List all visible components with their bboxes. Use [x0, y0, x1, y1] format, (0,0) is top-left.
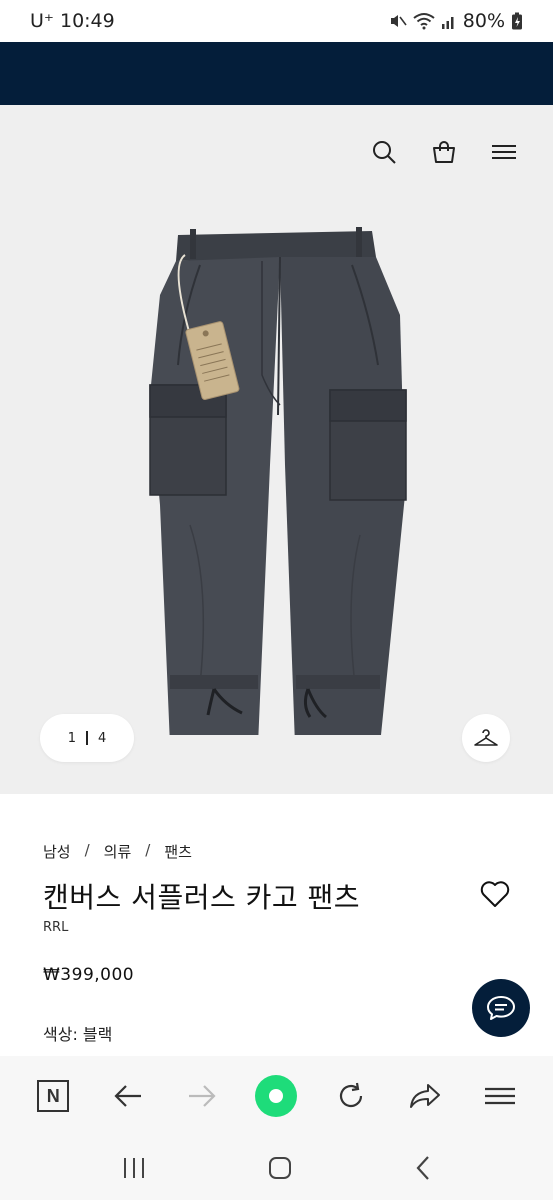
back-chevron-icon[interactable]	[414, 1155, 432, 1181]
back-button[interactable]	[106, 1074, 150, 1118]
product-image	[149, 227, 407, 735]
chat-bubble-icon	[487, 996, 515, 1020]
arrow-right-icon	[189, 1085, 216, 1107]
hanger-icon	[474, 729, 498, 746]
pager-current: 1	[67, 730, 76, 746]
breadcrumb-item-clothing[interactable]: 의류	[104, 841, 132, 862]
browser-menu-button[interactable]	[478, 1074, 522, 1118]
mute-icon	[390, 15, 407, 27]
reload-button[interactable]	[329, 1074, 373, 1118]
share-arrow-icon	[410, 1084, 441, 1108]
forward-button[interactable]	[180, 1074, 224, 1118]
search-icon[interactable]	[371, 139, 397, 165]
try-on-button[interactable]	[462, 714, 510, 762]
product-brand: RRL	[43, 920, 69, 935]
shopping-bag-icon[interactable]	[431, 139, 457, 165]
green-dot-icon	[255, 1075, 298, 1117]
carrier-time: U⁺ 10:49	[30, 10, 115, 32]
recent-apps-icon[interactable]	[121, 1156, 147, 1180]
refresh-icon	[339, 1082, 362, 1108]
color-label: 색상: 블랙	[43, 1025, 113, 1044]
browser-toolbar: N	[0, 1056, 553, 1136]
site-header	[0, 42, 553, 105]
battery-percent: 80%	[462, 10, 505, 32]
product-image-gallery[interactable]: 1 4	[0, 105, 553, 794]
image-pager: 1 4	[40, 714, 134, 762]
hamburger-menu-icon[interactable]	[491, 139, 517, 165]
home-icon[interactable]	[268, 1156, 292, 1180]
chat-button[interactable]	[472, 979, 530, 1037]
wifi-icon	[413, 13, 435, 30]
status-bar: U⁺ 10:49 80%	[0, 0, 553, 42]
naver-home-button[interactable]: N	[31, 1074, 75, 1118]
wishlist-heart-icon[interactable]	[480, 880, 510, 908]
pager-separator	[86, 731, 88, 745]
breadcrumb-item-pants[interactable]: 팬츠	[164, 841, 192, 862]
share-button[interactable]	[403, 1074, 447, 1118]
breadcrumb-separator: /	[84, 841, 90, 859]
breadcrumb-separator: /	[145, 841, 151, 859]
status-right: 80%	[389, 10, 523, 32]
naver-n-icon: N	[37, 1080, 70, 1112]
product-price: ₩399,000	[43, 965, 135, 985]
signal-icon	[441, 17, 454, 29]
breadcrumb-item-men[interactable]: 남성	[43, 841, 71, 862]
green-dot-button[interactable]	[254, 1074, 298, 1118]
battery-icon	[512, 12, 522, 30]
system-navigation-bar	[0, 1136, 553, 1200]
header-actions	[371, 139, 517, 165]
product-title: 캔버스 서플러스 카고 팬츠	[43, 881, 361, 914]
arrow-left-icon	[114, 1085, 141, 1107]
status-left: U⁺ 10:49	[30, 10, 115, 32]
hamburger-menu-icon	[484, 1087, 515, 1105]
product-info: 남성 / 의류 / 팬츠 캔버스 서플러스 카고 팬츠 RRL ₩399,000…	[0, 794, 553, 1062]
pager-total: 4	[98, 730, 107, 746]
breadcrumb: 남성 / 의류 / 팬츠	[43, 841, 192, 862]
